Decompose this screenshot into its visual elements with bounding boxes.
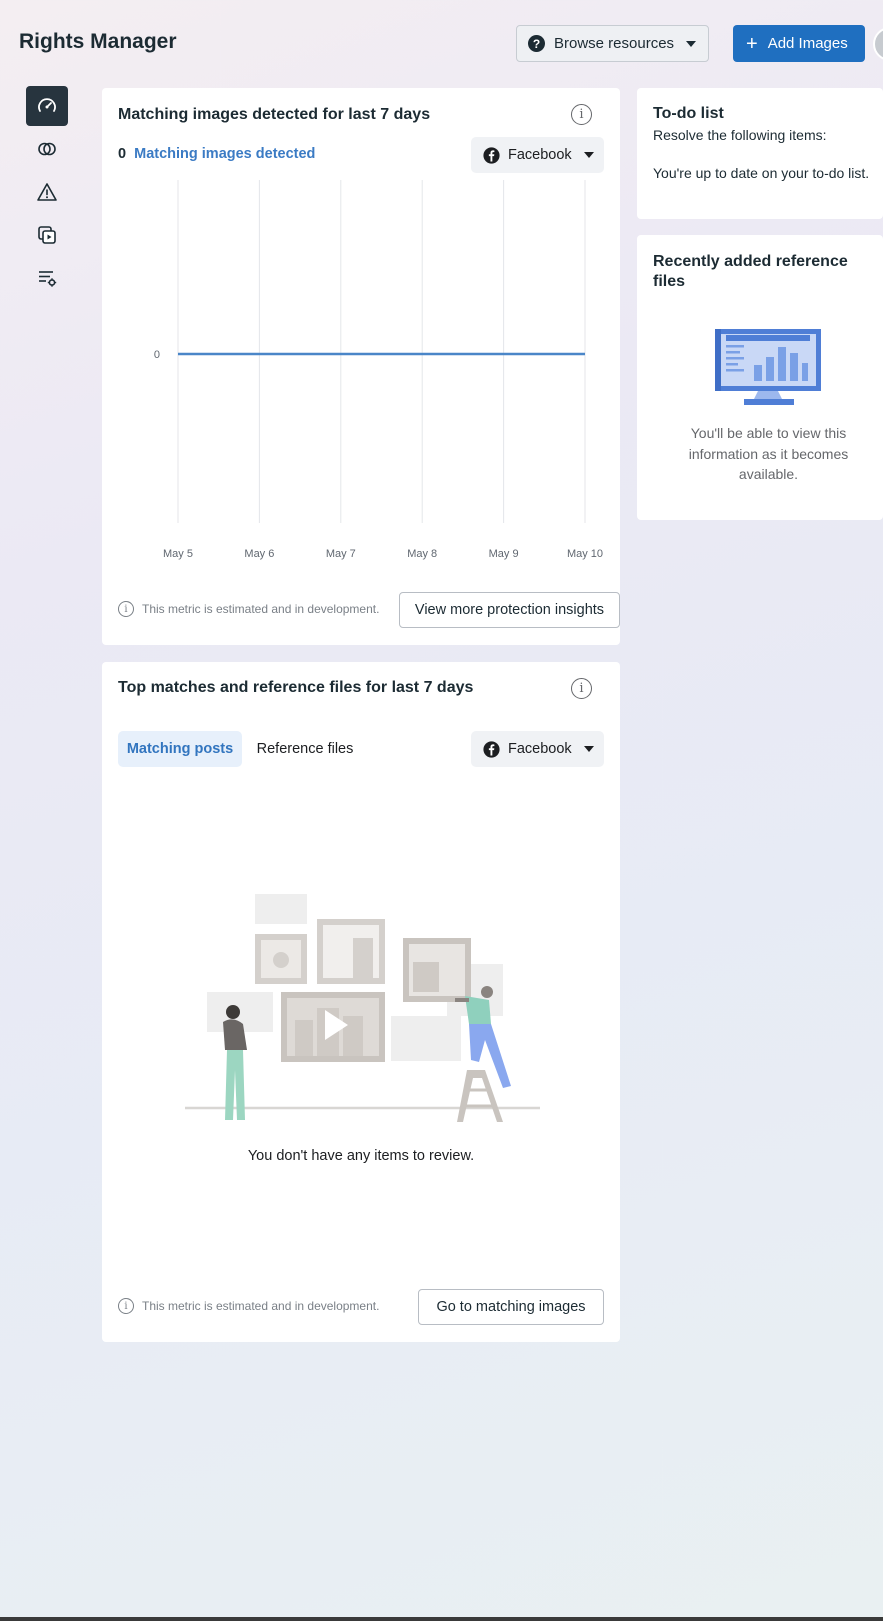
top-matches-title: Top matches and reference files for last…: [118, 679, 474, 696]
tab-reference-files[interactable]: Reference files: [248, 731, 362, 767]
empty-state-message: You don't have any items to review.: [247, 1148, 475, 1164]
browse-resources-button[interactable]: ? Browse resources: [516, 25, 709, 62]
info-icon: i: [118, 1298, 134, 1314]
tab-matching-posts[interactable]: Matching posts: [118, 731, 242, 767]
matching-footnote-text: This metric is estimated and in developm…: [142, 602, 380, 616]
monitor-chart-icon: [715, 329, 821, 405]
info-icon[interactable]: i: [571, 678, 592, 699]
overlap-circles-icon: [38, 142, 56, 156]
todo-message: You're up to date on your to-do list.: [653, 165, 870, 181]
top-matches-footnote-text: This metric is estimated and in developm…: [142, 1299, 380, 1313]
go-to-matching-images-label: Go to matching images: [436, 1299, 586, 1315]
platform-dropdown[interactable]: Facebook: [471, 731, 604, 767]
platform-dropdown-label: Facebook: [508, 147, 572, 163]
browse-resources-label: Browse resources: [554, 35, 675, 52]
bottom-bar: [0, 1617, 883, 1621]
x-tick-label: May 5: [163, 548, 193, 560]
caret-down-icon: [686, 40, 697, 47]
platform-dropdown-label: Facebook: [508, 741, 572, 757]
info-icon[interactable]: i: [571, 104, 592, 125]
facebook-icon: [483, 146, 500, 164]
dashboard-gauge-icon: [38, 98, 56, 112]
x-tick-label: May 10: [567, 548, 603, 560]
add-images-label: Add Images: [767, 35, 848, 52]
matching-metric: 0 Matching images detected: [118, 146, 315, 162]
view-protection-insights-label: View more protection insights: [414, 602, 605, 618]
plus-icon: +: [746, 32, 758, 55]
x-tick-label: May 7: [326, 548, 356, 560]
caret-down-icon: [583, 152, 594, 158]
y-tick-label: 0: [154, 349, 160, 361]
todo-title: To-do list: [653, 105, 724, 122]
matching-footnote: i This metric is estimated and in develo…: [118, 601, 379, 617]
avatar[interactable]: [873, 27, 883, 61]
info-icon: i: [118, 601, 134, 617]
x-tick-label: May 6: [244, 548, 274, 560]
page-header: Rights Manager ? Browse resources + Add …: [0, 0, 883, 88]
matching-images-link[interactable]: Matching images detected: [134, 146, 315, 162]
matching-count: 0: [118, 146, 127, 162]
warning-triangle-icon: [37, 183, 57, 201]
nav-item-reference-files[interactable]: [26, 215, 68, 255]
settings-list-icon: [39, 271, 57, 287]
platform-dropdown[interactable]: Facebook: [471, 137, 604, 173]
matching-card-title: Matching images detected for last 7 days: [118, 106, 431, 123]
media-library-icon: [38, 226, 56, 244]
empty-state-illustration: [185, 894, 540, 1122]
nav-item-settings[interactable]: [26, 258, 68, 298]
matching-images-chart: May 5 May 6 May 7 May 8 May 9 May 10 0: [154, 180, 603, 560]
top-matches-footnote: i This metric is estimated and in develo…: [118, 1298, 379, 1314]
x-tick-label: May 9: [489, 548, 519, 560]
go-to-matching-images-button[interactable]: Go to matching images: [418, 1289, 604, 1325]
side-nav: [26, 86, 68, 301]
recent-references-message: You'll be able to view this information …: [688, 425, 849, 482]
recent-references-title: Recently added reference files: [653, 253, 848, 290]
nav-item-dashboard[interactable]: [26, 86, 68, 126]
view-protection-insights-button[interactable]: View more protection insights: [399, 592, 620, 628]
x-tick-label: May 8: [407, 548, 437, 560]
caret-down-icon: [583, 746, 594, 752]
add-images-button[interactable]: + Add Images: [733, 25, 865, 62]
help-icon: ?: [528, 35, 545, 52]
app-title: Rights Manager: [19, 30, 177, 53]
nav-item-alerts[interactable]: [26, 172, 68, 212]
facebook-icon: [483, 740, 500, 758]
nav-item-matches[interactable]: [26, 129, 68, 169]
todo-subtitle: Resolve the following items:: [653, 127, 827, 143]
